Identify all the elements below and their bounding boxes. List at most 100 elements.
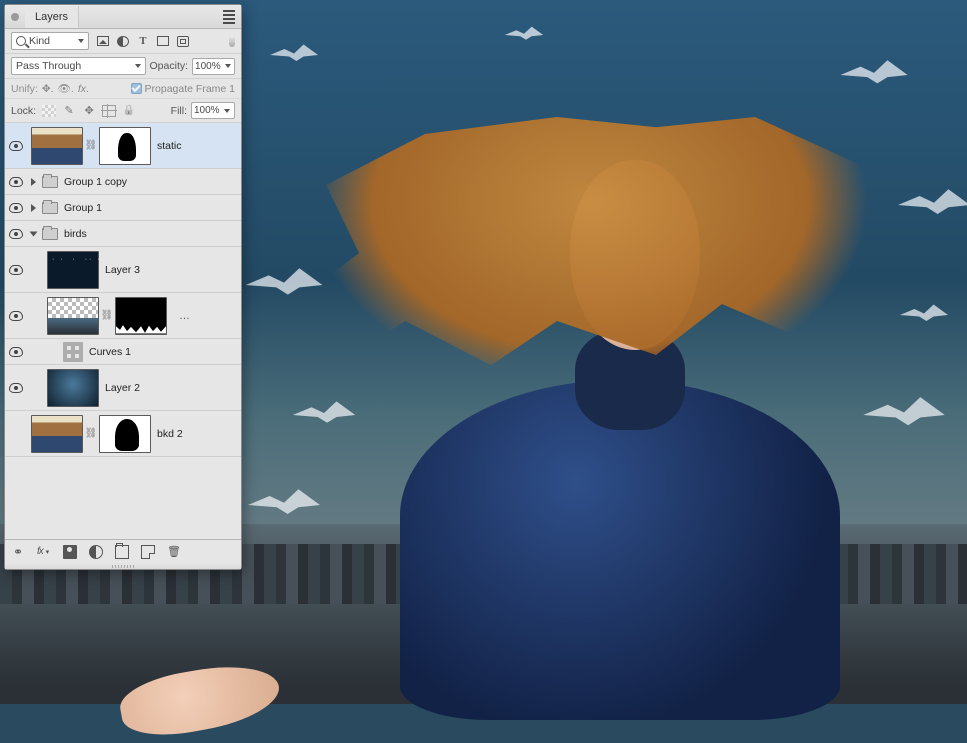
search-icon [16, 36, 26, 46]
add-mask-icon[interactable] [63, 545, 77, 559]
mask-thumbnail[interactable] [99, 415, 151, 453]
layer-filters-indicator-icon[interactable]: … [179, 310, 190, 322]
panel-header: Layers [5, 5, 241, 29]
blend-mode-value: Pass Through [16, 60, 81, 72]
opacity-value: 100% [195, 61, 221, 72]
close-icon[interactable] [11, 13, 19, 21]
layer-name[interactable]: Group 1 copy [64, 176, 127, 188]
visibility-toggle[interactable] [5, 229, 27, 239]
layer-name[interactable]: Group 1 [64, 202, 102, 214]
filter-shape-icon[interactable] [157, 36, 169, 47]
layer-row[interactable]: ⛓ static [5, 123, 241, 169]
delete-layer-icon[interactable] [167, 545, 181, 559]
visibility-toggle[interactable] [5, 141, 27, 151]
filter-toggle-icon[interactable] [229, 35, 235, 47]
folder-icon [42, 176, 58, 188]
visibility-toggle[interactable] [5, 383, 27, 393]
folder-icon [42, 228, 58, 240]
unify-row: Unify: ✥. 👁. fx. Propagate Frame 1 [5, 79, 241, 99]
visibility-toggle[interactable] [5, 347, 27, 357]
link-layers-icon[interactable] [11, 545, 25, 559]
propagate-checkbox[interactable] [131, 83, 142, 94]
mask-link-icon[interactable]: ⛓ [87, 138, 95, 154]
fill-label: Fill: [171, 105, 187, 117]
eye-icon [9, 177, 23, 187]
disclosure-triangle-icon[interactable] [30, 231, 38, 236]
filter-type-icon[interactable]: T [137, 36, 149, 47]
blend-mode-select[interactable]: Pass Through [11, 57, 146, 75]
layer-row[interactable]: ⛓ bkd 2 [5, 411, 241, 457]
eye-icon [9, 311, 23, 321]
panel-menu-icon[interactable] [223, 10, 235, 24]
filter-kind-label: Kind [29, 35, 50, 47]
layer-thumbnail[interactable] [47, 297, 99, 335]
mask-link-icon[interactable]: ⛓ [103, 308, 111, 324]
filter-adjustment-icon[interactable] [117, 36, 129, 47]
layer-row[interactable]: birds [5, 221, 241, 247]
opacity-input[interactable]: 100% [192, 58, 235, 75]
lock-all-icon[interactable] [122, 105, 136, 117]
disclosure-triangle-icon[interactable] [31, 204, 36, 212]
layer-row[interactable]: Layer 2 [5, 365, 241, 411]
chevron-down-icon [135, 64, 141, 68]
layer-list[interactable]: ⛓staticGroup 1 copyGroup 1birdsLayer 3⛓…… [5, 123, 241, 539]
new-adjustment-icon[interactable] [89, 545, 103, 559]
unify-style-icon[interactable]: fx. [78, 83, 89, 95]
layers-panel: Layers Kind T Pass Through Opacity: 100% [4, 4, 242, 570]
visibility-toggle[interactable] [5, 203, 27, 213]
filter-smart-icon[interactable] [177, 36, 189, 47]
layer-name[interactable]: bkd 2 [157, 428, 183, 440]
layer-thumbnail[interactable] [47, 369, 99, 407]
disclosure-triangle-icon[interactable] [31, 178, 36, 186]
eye-icon [9, 265, 23, 275]
lock-row: Lock: Fill: 100% [5, 99, 241, 123]
layer-row[interactable]: Group 1 copy [5, 169, 241, 195]
layer-name[interactable]: static [157, 140, 182, 152]
panel-footer: fx▾ [5, 539, 241, 563]
chevron-down-icon [225, 64, 231, 68]
layer-name[interactable]: Curves 1 [89, 346, 131, 358]
mask-thumbnail[interactable] [99, 127, 151, 165]
blend-row: Pass Through Opacity: 100% [5, 54, 241, 79]
folder-icon [42, 202, 58, 214]
visibility-toggle[interactable] [5, 311, 27, 321]
panel-resize-grip[interactable] [5, 563, 241, 569]
opacity-label: Opacity: [150, 60, 189, 72]
eye-icon [9, 141, 23, 151]
eye-icon [9, 229, 23, 239]
layer-row[interactable]: Group 1 [5, 195, 241, 221]
lock-transparency-icon[interactable] [42, 105, 56, 117]
mask-thumbnail[interactable] [115, 297, 167, 335]
new-layer-icon[interactable] [141, 545, 155, 559]
lock-position-icon[interactable] [82, 105, 96, 117]
new-group-icon[interactable] [115, 545, 129, 559]
layer-style-icon[interactable]: fx▾ [37, 545, 51, 559]
layer-row[interactable]: Layer 3 [5, 247, 241, 293]
fill-value: 100% [194, 105, 220, 116]
mask-link-icon[interactable]: ⛓ [87, 426, 95, 442]
layer-name[interactable]: Layer 2 [105, 382, 140, 394]
eye-icon [9, 347, 23, 357]
filter-kind-select[interactable]: Kind [11, 32, 89, 50]
lock-artboard-icon[interactable] [102, 105, 116, 117]
unify-visibility-icon[interactable]: 👁. [58, 82, 74, 95]
layer-row[interactable]: Curves 1 [5, 339, 241, 365]
layer-thumbnail[interactable] [31, 415, 83, 453]
layer-name[interactable]: birds [64, 228, 87, 240]
visibility-toggle[interactable] [5, 177, 27, 187]
unify-position-icon[interactable]: ✥. [42, 83, 54, 95]
layer-thumbnail[interactable] [47, 251, 99, 289]
adjustment-thumbnail [63, 342, 83, 362]
fill-input[interactable]: 100% [191, 102, 235, 119]
chevron-down-icon [224, 109, 230, 113]
layer-thumbnail[interactable] [31, 127, 83, 165]
filter-pixel-icon[interactable] [97, 36, 109, 47]
eye-icon [9, 383, 23, 393]
unify-label: Unify: [11, 83, 38, 95]
lock-pixels-icon[interactable] [62, 105, 76, 117]
chevron-down-icon [78, 39, 84, 43]
visibility-toggle[interactable] [5, 265, 27, 275]
layer-row[interactable]: ⛓… [5, 293, 241, 339]
propagate-label: Propagate Frame 1 [145, 83, 235, 95]
layers-tab[interactable]: Layers [25, 6, 79, 28]
